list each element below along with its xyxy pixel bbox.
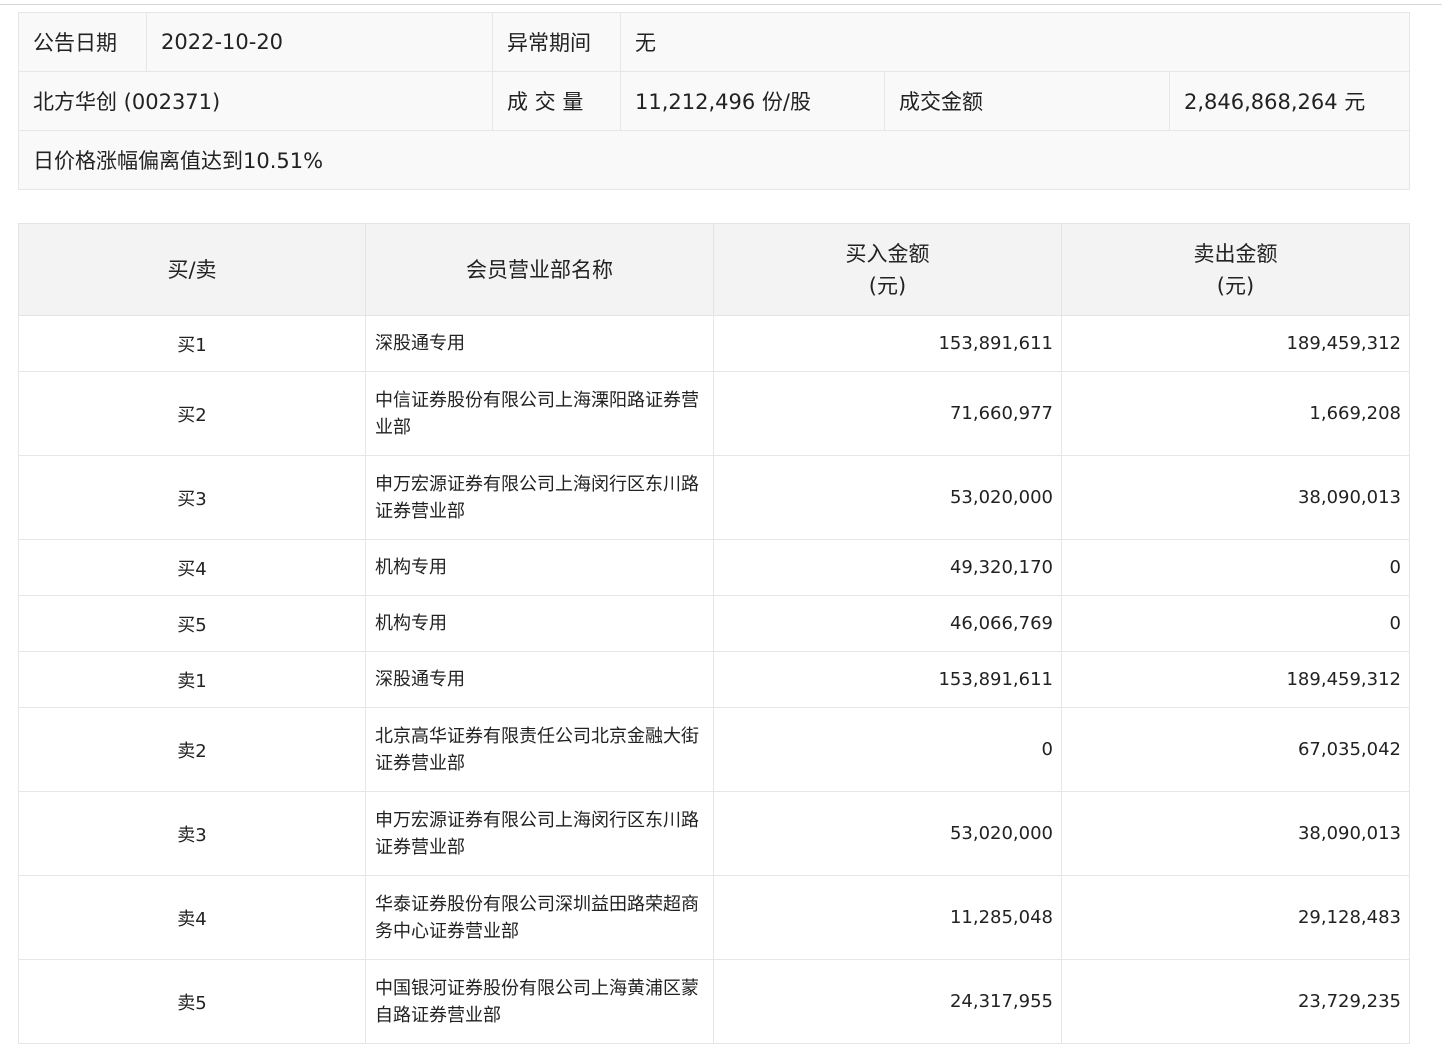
trading-seats-table: 买/卖 会员营业部名称 买入金额 (元) 卖出金额 (元) 买1 深股通专用 1…	[18, 223, 1410, 1044]
row-buy-amount: 0	[713, 707, 1062, 792]
header-sell-amount-title: 卖出金额	[1193, 241, 1278, 266]
abnormal-reason: 日价格涨幅偏离值达到10.51%	[18, 130, 1410, 190]
row-sell-amount: 38,090,013	[1061, 791, 1410, 876]
row-sell-amount: 0	[1061, 595, 1410, 652]
row-side: 卖5	[18, 959, 366, 1044]
row-sell-amount: 38,090,013	[1061, 455, 1410, 540]
header-sell-amount: 卖出金额 (元)	[1061, 223, 1410, 316]
table-row: 买3 申万宏源证券有限公司上海闵行区东川路证券营业部 53,020,000 38…	[18, 455, 1410, 540]
row-buy-amount: 24,317,955	[713, 959, 1062, 1044]
header-buy-amount-unit: (元)	[868, 273, 907, 298]
row-buy-amount: 53,020,000	[713, 455, 1062, 540]
announcement-summary: 公告日期 2022-10-20 异常期间 无 北方华创 (002371) 成 交…	[18, 12, 1410, 190]
volume-label: 成 交 量	[492, 71, 621, 131]
row-buy-amount: 53,020,000	[713, 791, 1062, 876]
table-header-row: 买/卖 会员营业部名称 买入金额 (元) 卖出金额 (元)	[18, 223, 1410, 316]
abnormal-period-label: 异常期间	[492, 12, 621, 72]
row-side: 买2	[18, 371, 366, 456]
table-row: 卖1 深股通专用 153,891,611 189,459,312	[18, 651, 1410, 708]
table-row: 买4 机构专用 49,320,170 0	[18, 539, 1410, 596]
summary-row-date: 公告日期 2022-10-20 异常期间 无	[18, 12, 1410, 72]
stock-name: 北方华创 (002371)	[18, 71, 493, 131]
row-buy-amount: 153,891,611	[713, 315, 1062, 372]
header-sell-amount-unit: (元)	[1216, 273, 1255, 298]
row-member-name: 深股通专用	[365, 315, 714, 372]
row-member-name: 中信证券股份有限公司上海溧阳路证券营业部	[365, 371, 714, 456]
row-buy-amount: 49,320,170	[713, 539, 1062, 596]
top-divider	[0, 4, 1442, 5]
row-member-name: 华泰证券股份有限公司深圳益田路荣超商务中心证券营业部	[365, 875, 714, 960]
row-member-name: 机构专用	[365, 539, 714, 596]
summary-row-trade: 北方华创 (002371) 成 交 量 11,212,496 份/股 成交金额 …	[18, 71, 1410, 131]
amount-value: 2,846,868,264 元	[1169, 71, 1410, 131]
amount-label: 成交金额	[884, 71, 1170, 131]
table-row: 卖3 申万宏源证券有限公司上海闵行区东川路证券营业部 53,020,000 38…	[18, 791, 1410, 876]
row-side: 卖1	[18, 651, 366, 708]
row-sell-amount: 0	[1061, 539, 1410, 596]
row-side: 买1	[18, 315, 366, 372]
table-row: 卖2 北京高华证券有限责任公司北京金融大街证券营业部 0 67,035,042	[18, 707, 1410, 792]
row-buy-amount: 11,285,048	[713, 875, 1062, 960]
row-sell-amount: 67,035,042	[1061, 707, 1410, 792]
row-side: 买5	[18, 595, 366, 652]
row-sell-amount: 1,669,208	[1061, 371, 1410, 456]
row-member-name: 申万宏源证券有限公司上海闵行区东川路证券营业部	[365, 455, 714, 540]
row-side: 买4	[18, 539, 366, 596]
row-member-name: 机构专用	[365, 595, 714, 652]
summary-row-reason: 日价格涨幅偏离值达到10.51%	[18, 130, 1410, 190]
row-buy-amount: 46,066,769	[713, 595, 1062, 652]
table-row: 买2 中信证券股份有限公司上海溧阳路证券营业部 71,660,977 1,669…	[18, 371, 1410, 456]
header-member-name: 会员营业部名称	[365, 223, 714, 316]
row-side: 卖4	[18, 875, 366, 960]
row-buy-amount: 71,660,977	[713, 371, 1062, 456]
row-member-name: 申万宏源证券有限公司上海闵行区东川路证券营业部	[365, 791, 714, 876]
row-member-name: 深股通专用	[365, 651, 714, 708]
header-buy-amount: 买入金额 (元)	[713, 223, 1062, 316]
row-member-name: 北京高华证券有限责任公司北京金融大街证券营业部	[365, 707, 714, 792]
row-sell-amount: 189,459,312	[1061, 315, 1410, 372]
header-buy-amount-title: 买入金额	[845, 241, 930, 266]
row-member-name: 中国银河证券股份有限公司上海黄浦区蒙自路证券营业部	[365, 959, 714, 1044]
table-row: 买1 深股通专用 153,891,611 189,459,312	[18, 315, 1410, 372]
table-row: 卖5 中国银河证券股份有限公司上海黄浦区蒙自路证券营业部 24,317,955 …	[18, 959, 1410, 1044]
row-side: 卖3	[18, 791, 366, 876]
row-sell-amount: 189,459,312	[1061, 651, 1410, 708]
date-value: 2022-10-20	[146, 12, 493, 72]
date-label: 公告日期	[18, 12, 147, 72]
volume-value: 11,212,496 份/股	[620, 71, 885, 131]
abnormal-period-value: 无	[620, 12, 1410, 72]
row-buy-amount: 153,891,611	[713, 651, 1062, 708]
table-row: 买5 机构专用 46,066,769 0	[18, 595, 1410, 652]
header-side: 买/卖	[18, 223, 366, 316]
row-side: 买3	[18, 455, 366, 540]
table-row: 卖4 华泰证券股份有限公司深圳益田路荣超商务中心证券营业部 11,285,048…	[18, 875, 1410, 960]
row-side: 卖2	[18, 707, 366, 792]
row-sell-amount: 29,128,483	[1061, 875, 1410, 960]
row-sell-amount: 23,729,235	[1061, 959, 1410, 1044]
